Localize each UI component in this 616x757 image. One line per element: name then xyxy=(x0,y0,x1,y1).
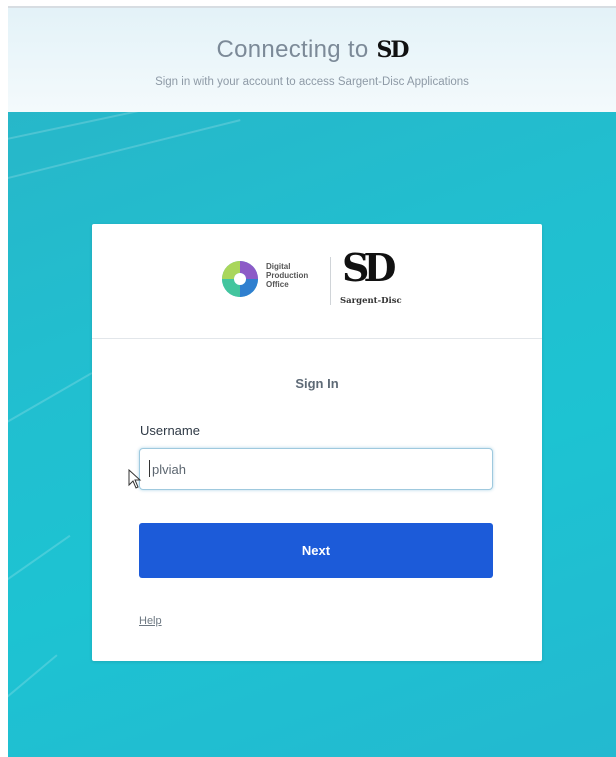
help-link[interactable]: Help xyxy=(139,615,162,627)
background-streak xyxy=(8,119,241,184)
username-input[interactable] xyxy=(139,448,493,490)
connection-header: Connecting to SD Sign in with your accoun… xyxy=(8,6,616,114)
dpo-wordmark: Digital Production Office xyxy=(266,262,308,289)
sd-logo-small: SD xyxy=(376,37,410,63)
dpo-aperture-icon xyxy=(222,261,258,297)
background-streak xyxy=(8,534,71,594)
sign-in-card: Digital Production Office SD Sargent-Dis… xyxy=(92,224,542,661)
background-streak xyxy=(8,372,93,434)
browser-viewport: Connecting to SD Sign in with your accoun… xyxy=(8,6,616,757)
background-streak xyxy=(8,112,204,144)
logo-banner: Digital Production Office SD Sargent-Dis… xyxy=(92,224,542,339)
dpo-line: Production xyxy=(266,271,309,280)
text-cursor xyxy=(149,460,150,477)
sign-in-title: Sign In xyxy=(295,376,339,391)
username-label: Username xyxy=(140,423,200,438)
sd-wordmark: Sargent-Disc xyxy=(340,296,402,306)
mouse-pointer-icon xyxy=(128,469,142,489)
sd-logo: SD xyxy=(342,245,396,290)
dpo-line: Digital xyxy=(266,262,291,271)
header-title: Connecting to SD xyxy=(8,36,616,64)
header-subtitle: Sign in with your account to access Sarg… xyxy=(155,76,469,88)
header-title-text: Connecting to xyxy=(216,36,369,63)
logo-divider xyxy=(330,257,331,305)
background-streak xyxy=(8,654,58,714)
dpo-line: Office xyxy=(266,280,289,289)
next-button[interactable]: Next xyxy=(139,523,493,578)
